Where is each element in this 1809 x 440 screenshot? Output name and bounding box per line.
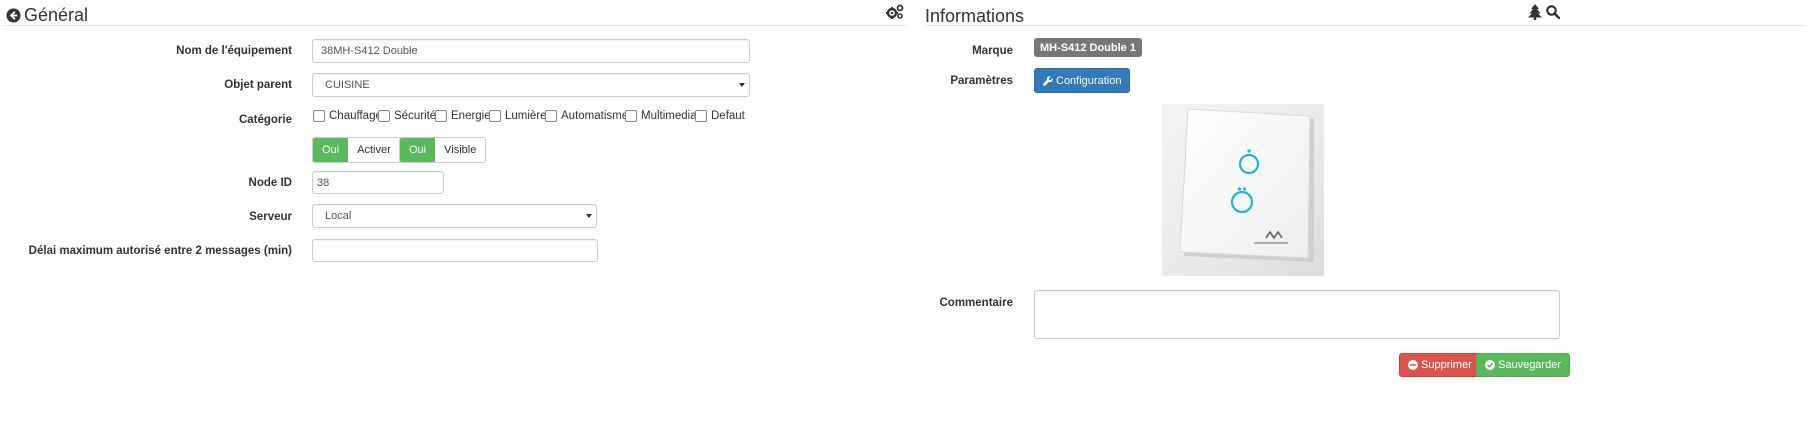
category-checkbox-securite[interactable]: Sécurité [378, 110, 436, 122]
wrench-icon [1043, 75, 1053, 86]
check-circle-icon [1485, 360, 1495, 370]
general-header: Général [6, 5, 88, 26]
server-select-value: Local [325, 210, 352, 222]
parent-select-value: CUISINE [325, 79, 370, 91]
tree-icon[interactable] [1528, 4, 1542, 20]
visible-toggle-label[interactable]: Visible [435, 138, 486, 162]
chevron-down-icon [739, 83, 745, 87]
delay-label: Délai maximum autorisé entre 2 messages … [28, 245, 292, 257]
name-label: Nom de l'équipement [176, 45, 292, 57]
active-toggle-label[interactable]: Activer [348, 138, 400, 162]
category-label-securite: Sécurité [394, 110, 437, 122]
informations-divider [925, 25, 1805, 26]
search-icon[interactable] [1546, 5, 1560, 19]
delete-button[interactable]: Supprimer [1399, 353, 1481, 377]
name-input[interactable]: 38MH-S412 Double [312, 39, 750, 63]
arrow-circle-left-icon[interactable] [6, 8, 21, 23]
category-checkbox-chauffage[interactable]: Chauffage [313, 110, 382, 122]
general-title: Général [24, 5, 89, 25]
delete-button-label: Supprimer [1421, 359, 1472, 371]
comment-textarea[interactable] [1034, 290, 1560, 339]
save-button[interactable]: Sauvegarder [1476, 353, 1570, 377]
configuration-button[interactable]: Configuration [1034, 68, 1131, 93]
save-button-label: Sauvegarder [1498, 359, 1561, 371]
parent-label: Objet parent [224, 79, 292, 91]
category-label-energie: Energie [451, 110, 491, 122]
brand-label: Marque [972, 45, 1013, 57]
category-label-automatisme: Automatisme [561, 110, 629, 122]
category-label-chauffage: Chauffage [329, 110, 382, 122]
category-checkbox-lumiere[interactable]: Lumière [489, 110, 547, 122]
node-id-label: Node ID [248, 177, 292, 189]
comment-label: Commentaire [939, 297, 1014, 309]
category-label: Catégorie [238, 114, 292, 126]
server-select[interactable]: Local [312, 204, 597, 228]
server-label: Serveur [249, 211, 292, 223]
general-divider [4, 25, 906, 26]
category-checkbox-multimedia[interactable]: Multimedia [625, 110, 697, 122]
category-checkbox-defaut[interactable]: Defaut [695, 110, 745, 122]
active-toggle[interactable]: Oui Activer [312, 137, 401, 163]
chevron-down-icon [586, 214, 592, 218]
category-checkbox-energie[interactable]: Energie [435, 110, 491, 122]
params-label: Paramètres [950, 75, 1013, 87]
delay-input[interactable] [312, 239, 598, 262]
device-image [1162, 104, 1324, 276]
node-id-input[interactable]: 38 [312, 171, 444, 194]
configuration-button-label: Configuration [1056, 74, 1122, 87]
minus-circle-icon [1408, 360, 1418, 370]
brand-badge: MH-S412 Double 1 [1034, 38, 1142, 57]
active-toggle-on[interactable]: Oui [313, 138, 349, 162]
informations-title: Informations [925, 6, 1025, 26]
parent-select[interactable]: CUISINE [312, 73, 750, 97]
category-checkbox-automatisme[interactable]: Automatisme [545, 110, 628, 122]
category-label-multimedia: Multimedia [641, 110, 697, 122]
visible-toggle[interactable]: Oui Visible [399, 137, 487, 163]
cogs-icon[interactable] [886, 4, 904, 20]
category-label-lumiere: Lumière [505, 110, 547, 122]
visible-toggle-on[interactable]: Oui [400, 138, 436, 162]
category-label-defaut: Defaut [711, 110, 745, 122]
